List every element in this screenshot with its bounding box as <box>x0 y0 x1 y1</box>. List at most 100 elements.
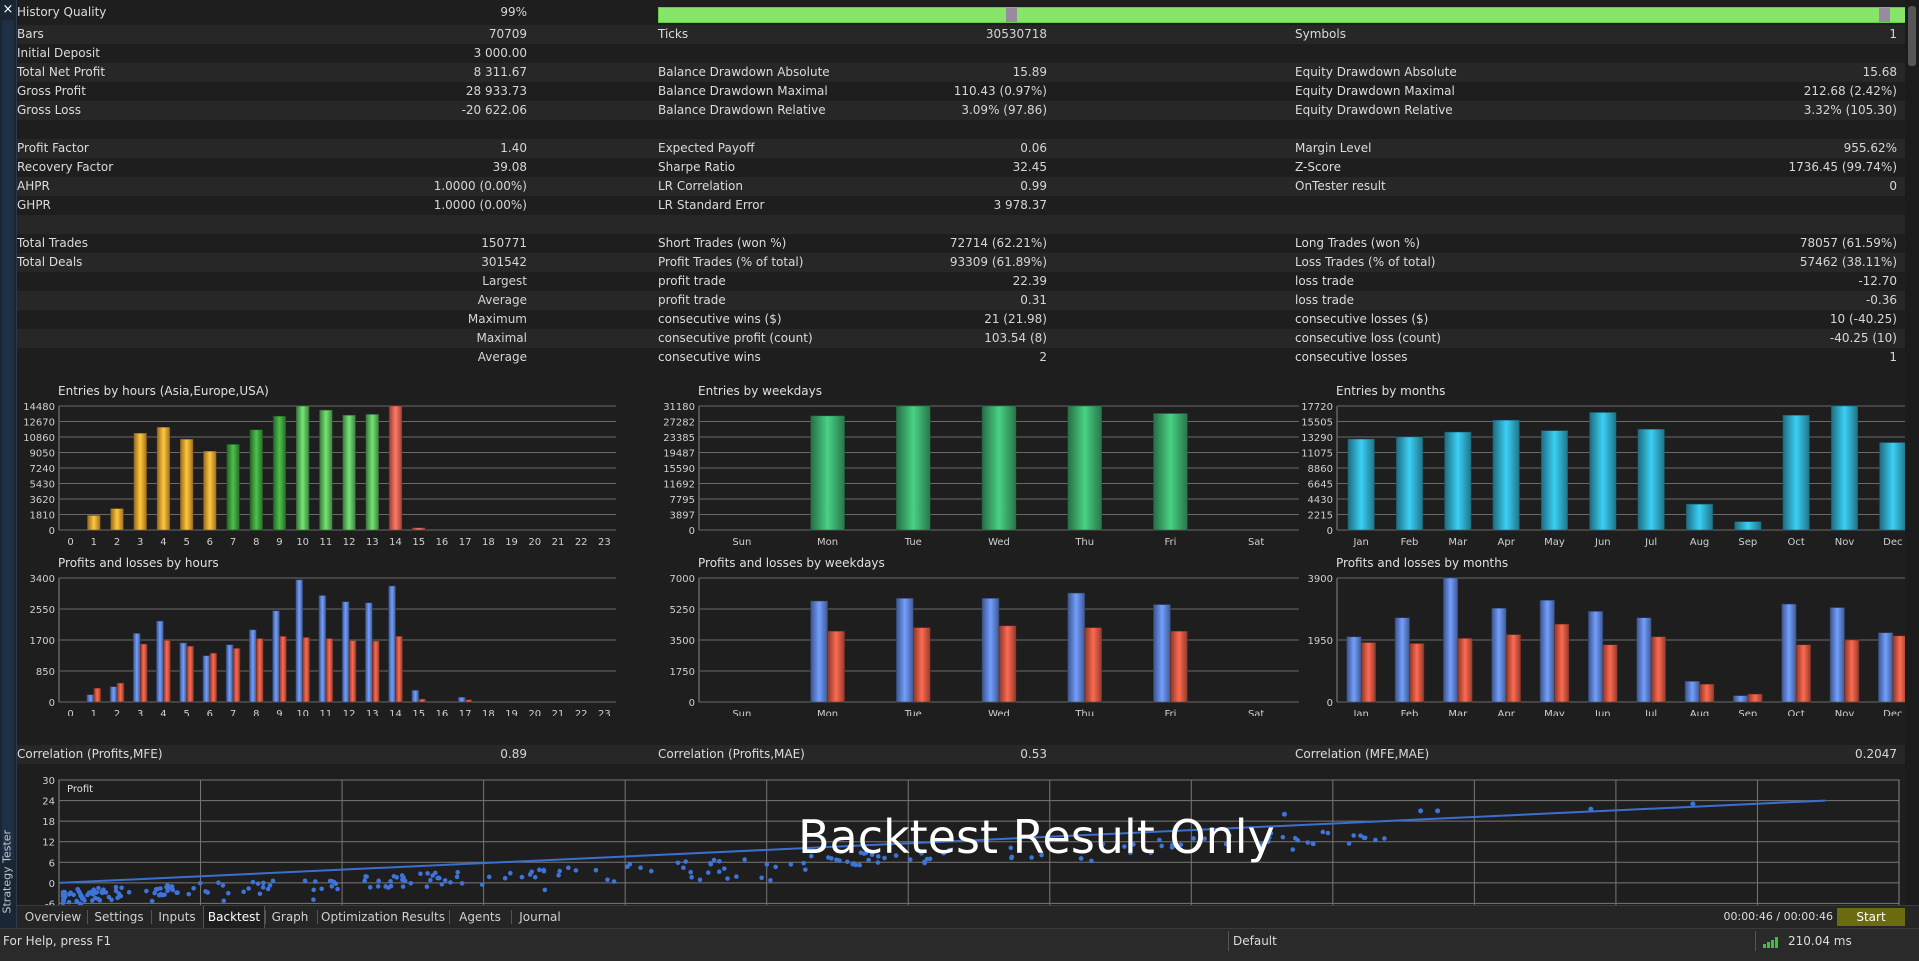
bar <box>1492 419 1520 531</box>
scatter-point <box>408 880 414 886</box>
scatter-point <box>1588 806 1594 812</box>
bar <box>896 405 931 531</box>
x-tick-label: Jun <box>1594 537 1611 548</box>
y-tick-label: 2550 <box>30 605 55 616</box>
y-tick-label: 3900 <box>1308 574 1333 585</box>
stats-c2v <box>847 44 1047 63</box>
close-icon[interactable]: × <box>0 2 16 18</box>
bar <box>202 655 211 703</box>
x-tick-label: 22 <box>575 709 588 716</box>
x-tick-label: 13 <box>366 709 379 716</box>
stats-c3v <box>1697 44 1897 63</box>
bar <box>418 698 426 703</box>
y-tick-label: 2215 <box>1308 511 1333 522</box>
history-quality-value: 99% <box>500 5 527 19</box>
bar <box>411 690 419 703</box>
stats-c1v <box>337 120 527 139</box>
help-hint: For Help, press F1 <box>3 934 112 948</box>
bar <box>179 642 187 703</box>
bar <box>1781 603 1797 703</box>
tab-agents[interactable]: Agents <box>451 906 509 928</box>
y-tick-label: 6645 <box>1308 480 1333 491</box>
x-tick-label: 9 <box>276 537 282 548</box>
bar <box>1443 577 1459 703</box>
y-tick-label: 0 <box>49 526 55 537</box>
start-button[interactable]: Start <box>1837 908 1905 926</box>
scatter-point <box>773 864 778 870</box>
scatter-point <box>329 884 335 889</box>
scatter-point <box>705 870 711 875</box>
bar <box>302 637 310 703</box>
x-tick-label: 19 <box>505 709 518 716</box>
scatter-point <box>486 874 492 880</box>
scatter-point <box>221 898 227 904</box>
bar <box>295 579 303 703</box>
bar <box>1795 644 1811 703</box>
bar <box>1153 413 1188 531</box>
tab-optimization-results[interactable]: Optimization Results <box>319 906 447 928</box>
y-tick-label: 0 <box>689 526 695 537</box>
scroll-thumb[interactable] <box>1908 6 1916 66</box>
bar <box>1491 607 1507 703</box>
chart-svg: 17720 15505 13290 11075 8860 6645 4430 2215 0 Jan… <box>1301 402 1917 548</box>
scatter-point <box>455 869 461 875</box>
stats-c2v: 110.43 (0.97%) <box>953 84 1047 98</box>
stats-c3v: 1736.45 (99.74%) <box>1788 160 1897 174</box>
x-tick-label: 14 <box>389 537 402 548</box>
bar <box>457 697 466 703</box>
bar <box>827 630 845 703</box>
stats-c1l <box>17 291 317 310</box>
scatter-point <box>388 883 394 889</box>
x-tick-label: Mar <box>1448 537 1468 548</box>
bar <box>1589 412 1617 531</box>
stats-c3l: Symbols <box>1295 27 1346 41</box>
scatter-point <box>711 857 717 863</box>
bar-chart: Profits and losses by months 3900 1950 0 Jan… <box>1295 556 1919 716</box>
scatter-point <box>376 878 381 884</box>
bar <box>296 405 310 531</box>
scatter-point <box>71 892 76 898</box>
x-tick-label: 20 <box>528 537 541 548</box>
scatter-point <box>734 874 739 879</box>
bar <box>319 409 333 531</box>
stats-c2v: 0.99 <box>1020 179 1047 193</box>
stats-c1v: Largest <box>482 274 527 288</box>
x-tick-label: Sun <box>732 537 751 548</box>
bar <box>1829 607 1845 703</box>
tab-graph[interactable]: Graph <box>265 906 315 928</box>
scatter-point <box>267 883 273 888</box>
x-tick-label: Fri <box>1164 709 1176 716</box>
x-tick-label: Nov <box>1835 537 1855 548</box>
y-tick-label: 11075 <box>1301 449 1333 460</box>
bar <box>133 633 141 703</box>
bar <box>249 629 257 703</box>
tab-backtest[interactable]: Backtest <box>203 906 265 929</box>
vertical-scrollbar[interactable] <box>1905 0 1919 905</box>
corr-profits-mfe-label: Correlation (Profits,MFE) <box>17 747 163 761</box>
y-tick-label: 850 <box>36 667 55 678</box>
bar <box>365 414 379 531</box>
bar <box>1554 623 1570 703</box>
stats-row: Bars 70709 Ticks 30530718 Symbols 1 <box>17 25 1905 44</box>
stats-c2v: 3 978.37 <box>993 198 1047 212</box>
tab-inputs[interactable]: Inputs <box>153 906 201 928</box>
x-tick-label: Mar <box>1448 709 1468 716</box>
x-tick-label: 2 <box>114 537 120 548</box>
scatter-point <box>454 874 460 880</box>
stats-c1l <box>17 329 317 348</box>
tab-journal[interactable]: Journal <box>512 906 568 928</box>
scatter-point <box>424 884 430 889</box>
bar <box>1684 681 1700 703</box>
tab-overview[interactable]: Overview <box>21 906 85 928</box>
scatter-point <box>708 861 714 867</box>
x-tick-label: 19 <box>505 537 518 548</box>
scatter-point <box>1280 834 1286 840</box>
tab-settings[interactable]: Settings <box>89 906 149 928</box>
x-tick-label: Tue <box>904 537 922 548</box>
x-tick-label: 1 <box>91 537 97 548</box>
quality-gap-mark <box>1879 8 1890 22</box>
bar <box>1505 634 1521 703</box>
bar <box>325 638 334 703</box>
bar <box>232 648 241 703</box>
stats-c3l: consecutive losses ($) <box>1295 312 1429 326</box>
